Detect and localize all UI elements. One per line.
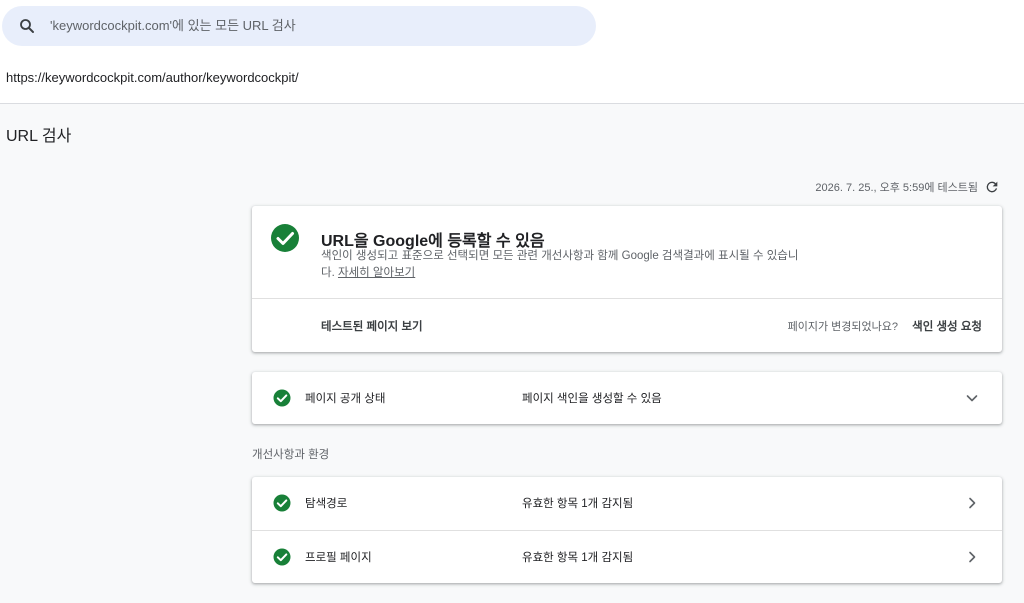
tested-time-text: 2026. 7. 25., 오후 5:59에 테스트됨 [815,182,978,194]
check-circle-icon [273,548,291,566]
card-divider [252,298,1002,299]
check-circle-icon [271,224,299,252]
chevron-right-icon[interactable] [964,549,980,565]
url-inspection-search[interactable]: 'keywordcockpit.com'에 있는 모든 URL 검사 [2,6,596,46]
top-bar: 'keywordcockpit.com'에 있는 모든 URL 검사 https… [0,0,1024,104]
indexability-card: URL을 Google에 등록할 수 있음 색인이 생성되고 표준으로 선택되면… [252,206,1002,352]
page-availability-card: 페이지 공개 상태 페이지 색인을 생성할 수 있음 [252,372,1002,424]
page-availability-row[interactable]: 페이지 공개 상태 페이지 색인을 생성할 수 있음 [252,372,1002,424]
chevron-right-icon[interactable] [964,495,980,511]
enhancements-card: 탐색경로 유효한 항목 1개 감지됨 프로필 페이지 유효한 항목 1개 감지됨 [252,477,1002,583]
chevron-down-icon[interactable] [964,390,980,406]
check-circle-icon [273,389,291,407]
page-title: URL 검사 [6,128,72,145]
check-circle-icon [273,494,291,512]
row-label: 페이지 공개 상태 [305,393,386,405]
search-placeholder[interactable]: 'keywordcockpit.com'에 있는 모든 URL 검사 [50,6,296,46]
enhancement-row-profile-page[interactable]: 프로필 페이지 유효한 항목 1개 감지됨 [252,530,1002,582]
row-value: 페이지 색인을 생성할 수 있음 [522,393,662,405]
row-label: 탐색경로 [305,498,348,510]
search-icon [20,19,34,33]
view-tested-page-button[interactable]: 테스트된 페이지 보기 [321,318,423,334]
tested-timestamp: 2026. 7. 25., 오후 5:59에 테스트됨 [815,178,1000,196]
enhancement-row-breadcrumbs[interactable]: 탐색경로 유효한 항목 1개 감지됨 [252,477,1002,529]
learn-more-link[interactable]: 자세히 알아보기 [338,267,415,279]
inspected-url: https://keywordcockpit.com/author/keywor… [6,70,299,85]
request-indexing-button[interactable]: 색인 생성 요청 [912,318,982,334]
indexability-description: 색인이 생성되고 표준으로 선택되면 모든 관련 개선사항과 함께 Google… [321,248,811,282]
row-value: 유효한 항목 1개 감지됨 [522,498,634,510]
page-changed-question: 페이지가 변경되었나요? [787,321,898,333]
enhancements-section-label: 개선사항과 환경 [252,449,330,461]
row-value: 유효한 항목 1개 감지됨 [522,552,634,564]
refresh-icon[interactable] [984,179,1000,195]
row-label: 프로필 페이지 [305,552,372,564]
